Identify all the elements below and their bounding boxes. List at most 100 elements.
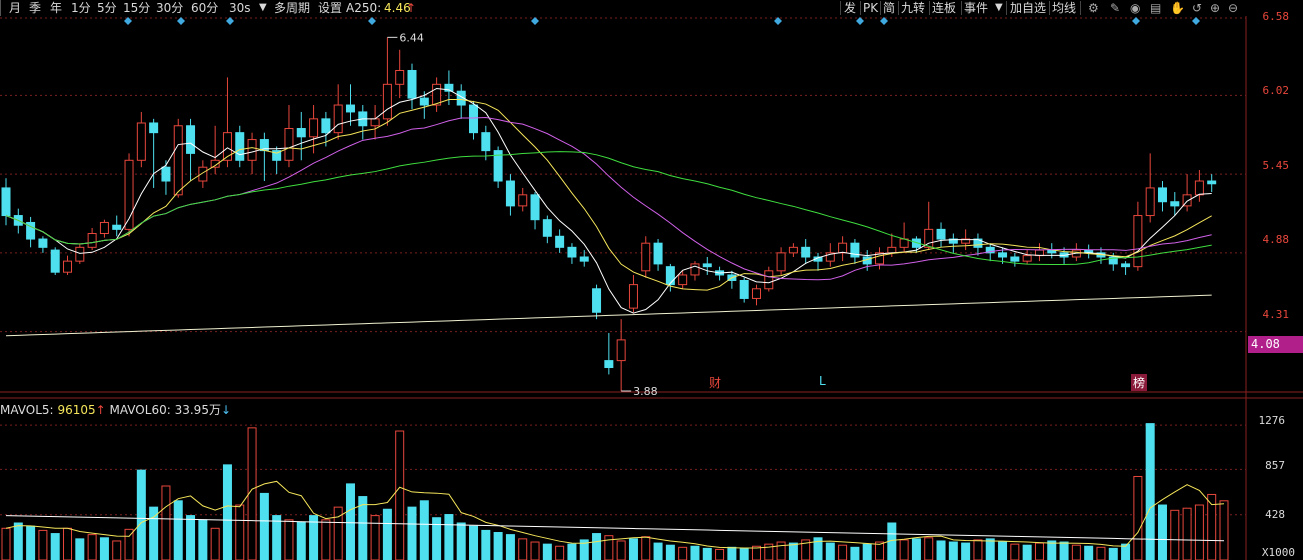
volume-axis-label: 857 [1265,459,1285,472]
volume-bar [653,542,663,560]
kline-chart[interactable]: 6.44 3.88 [0,0,1303,560]
volume-bar [370,515,380,560]
volume-bar [1084,545,1094,560]
period-30min-tab[interactable]: 30分 [156,0,183,16]
add-watchlist-button[interactable]: 加自选 [1010,0,1046,16]
zoom-in-icon[interactable]: ⊕ [1210,0,1220,16]
volume-bar [555,545,565,560]
volume-bar [38,529,48,560]
volume-bar [1133,475,1143,560]
printer-icon[interactable]: ▤ [1150,0,1161,16]
volume-bar [63,527,73,560]
volume-bar [1047,540,1057,560]
volume-bar [456,522,466,560]
wrench-icon[interactable]: ⚙ [1088,0,1099,16]
moving-average-button[interactable]: 均线 [1052,0,1076,16]
pen-icon[interactable]: ✎ [1110,0,1120,16]
eye-icon[interactable]: ◉ [1130,0,1140,16]
period-quarter-tab[interactable]: 季 [29,0,41,16]
ma250-line [5,294,1212,337]
volume-bar [407,506,417,560]
toolbar-separator [1006,1,1007,15]
volume-bar [530,541,540,560]
candle-body [149,122,159,134]
candle-body [641,242,651,272]
event-diamond-icon [226,17,234,25]
volume-bar [112,540,122,560]
candle-body [592,288,602,313]
volume-bar [985,538,995,560]
fa-button[interactable]: 发 [844,0,856,16]
candle-body [616,339,626,362]
volume-bar [284,519,294,560]
candle-body [407,69,417,99]
volume-bar [469,525,479,560]
candle-body [1133,215,1143,268]
volume-bar [1010,543,1020,560]
volume-bar [616,540,626,560]
candle-body [333,104,343,134]
simple-button[interactable]: 简 [883,0,895,16]
volume-bar [911,538,921,560]
volume-bar [727,546,737,560]
candle-body [776,252,786,272]
zoom-out-icon[interactable]: ⊖ [1228,0,1238,16]
volume-bar [1022,544,1032,560]
period-1min-tab[interactable]: 1分 [71,0,91,16]
volume-bar [542,543,552,560]
candle-body [1207,180,1217,185]
dragon-tiger-list-marker[interactable]: 榜 [1131,374,1148,391]
candle-body [801,246,811,258]
volume-bar [678,546,688,560]
price-axis-label: 5.45 [1262,159,1290,172]
volume-bar [1034,542,1044,560]
volume-bar [50,533,60,560]
limit-up-button[interactable]: 连板 [932,0,956,16]
candle-body [628,284,638,309]
volume-bar [1194,504,1204,560]
period-60min-tab[interactable]: 60分 [191,0,218,16]
volume-bar [222,464,232,560]
candle-body [1157,187,1167,203]
earnings-event-marker[interactable]: 财 [709,374,721,391]
events-dropdown-icon[interactable]: ▼ [995,0,1003,16]
pk-button[interactable]: PK [863,0,878,16]
nine-turn-button[interactable]: 九转 [901,0,925,16]
l-event-marker[interactable]: L [819,374,826,388]
candle-body [788,246,798,254]
event-diamond-icon [856,17,864,25]
period-dropdown-icon[interactable]: ▼ [259,0,267,16]
volume-bar [702,547,712,560]
volume-bar [518,538,528,560]
price-axis-label: 4.31 [1262,308,1290,321]
volume-axis-label: 428 [1265,508,1285,521]
period-5min-tab[interactable]: 5分 [97,0,117,16]
period-month-tab[interactable]: 月 [9,0,21,16]
volume-bar [838,544,848,560]
events-button[interactable]: 事件 [964,0,988,16]
volume-unit-label: X1000 [1261,546,1295,559]
volume-bar [715,548,725,560]
volume-bar [1096,546,1106,560]
volume-bar [87,534,97,560]
period-15min-tab[interactable]: 15分 [123,0,150,16]
volume-bar [592,533,602,560]
volume-bar [1170,509,1180,560]
candle-body [555,235,565,248]
volume-bar [382,508,392,560]
period-30s-tab[interactable]: 30s [229,0,251,16]
multi-period-button[interactable]: 多周期 [274,0,310,16]
volume-bar [395,430,405,560]
candle-body [702,263,712,268]
period-year-tab[interactable]: 年 [50,0,62,16]
settings-button[interactable]: 设置 [318,0,342,16]
volume-bar [567,543,577,560]
hand-icon[interactable]: ✋ [1170,0,1185,16]
undo-icon[interactable]: ↺ [1192,0,1202,16]
candle-body [75,246,85,262]
volume-bar [998,541,1008,560]
volume-bar [936,540,946,560]
event-diamond-icon [1132,17,1140,25]
volume-indicator-hud: MAVOL5: 96105↑ MAVOL60: 33.95万↓ [0,401,231,418]
candle-body [751,288,761,299]
